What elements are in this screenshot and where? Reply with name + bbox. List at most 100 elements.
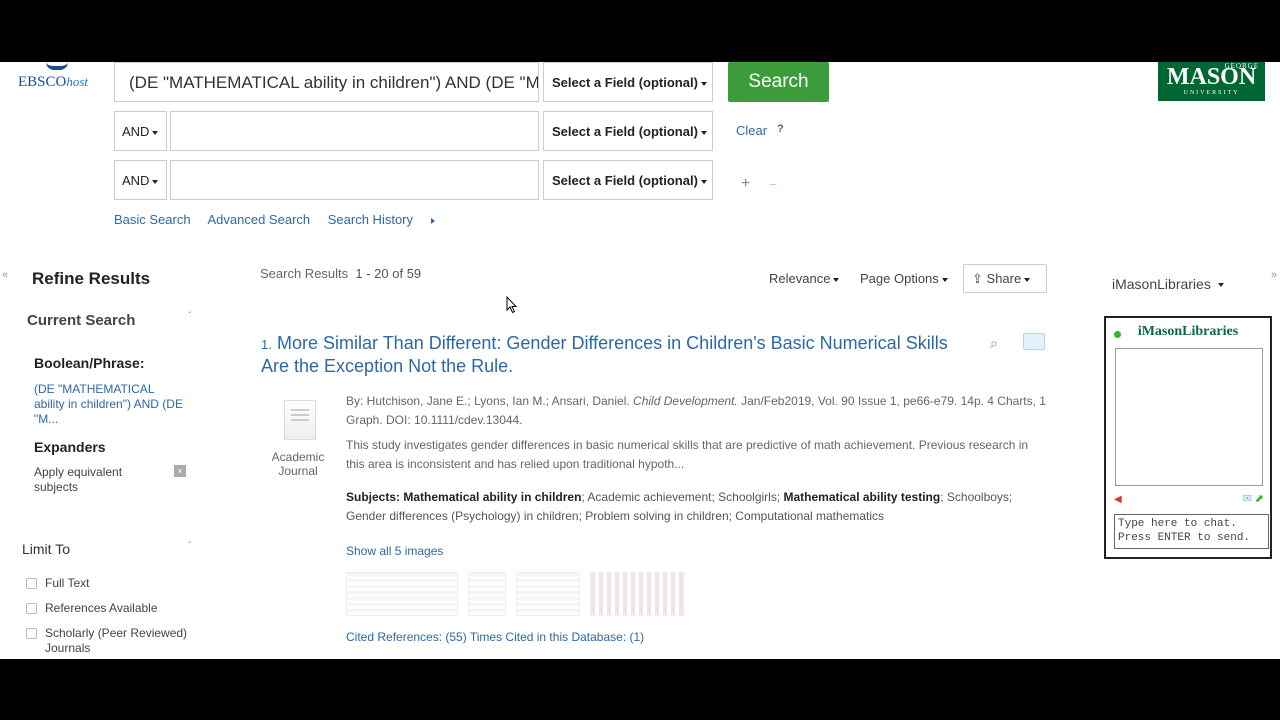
limit-full-text[interactable]: Full Text	[26, 576, 89, 590]
imason-label: iMasonLibraries	[1112, 276, 1211, 292]
cited-references-link[interactable]: Cited References: (55)	[346, 630, 467, 644]
share-button[interactable]: ⇪ Share	[963, 264, 1047, 293]
result-subjects: Subjects: Mathematical ability in childr…	[346, 488, 1046, 526]
chat-input[interactable]: Type here to chat. Press ENTER to send.	[1114, 514, 1269, 549]
gmu-logo[interactable]: GEORGE MASON UNIVERSITY	[1158, 62, 1265, 101]
clear-link[interactable]: Clear	[736, 123, 767, 138]
caret-down-icon	[700, 81, 707, 86]
result-title-link[interactable]: More Similar Than Different: Gender Diff…	[261, 332, 961, 378]
imason-dropdown[interactable]: iMasonLibraries	[1112, 276, 1224, 292]
bool-select-3[interactable]: AND	[114, 160, 167, 200]
ebsco-logo-text: EBSCO	[18, 74, 67, 90]
limit-scholarly[interactable]: Scholarly (Peer Reviewed) Journals	[26, 626, 206, 656]
checkbox[interactable]	[26, 628, 37, 639]
search-history-label: Search History	[327, 212, 413, 227]
advanced-search-link[interactable]: Advanced Search	[208, 212, 311, 227]
basic-search-link[interactable]: Basic Search	[114, 212, 191, 227]
email-icon[interactable]: ✉	[1243, 492, 1252, 505]
field-select-3[interactable]: Select a Field (optional)	[543, 160, 713, 200]
arrow-right-icon	[431, 218, 435, 224]
sort-label: Relevance	[769, 271, 831, 286]
caret-down-icon	[1217, 283, 1224, 288]
add-to-folder-icon[interactable]	[1023, 333, 1045, 350]
ebsco-logo[interactable]: EBSCOhost	[18, 74, 88, 91]
preview-magnifier-icon[interactable]: ⌕	[990, 335, 998, 352]
limit-label: References Available	[45, 601, 158, 615]
page-options-label: Page Options	[860, 271, 939, 286]
remove-expander-icon[interactable]: ×	[174, 465, 186, 477]
search-history-link[interactable]: Search History	[328, 212, 449, 227]
search-input-2[interactable]	[170, 111, 539, 151]
caret-down-icon	[152, 130, 159, 135]
field-select-2[interactable]: Select a Field (optional)	[543, 111, 713, 151]
limit-label: Full Text	[45, 576, 90, 590]
popout-icon[interactable]: ⬈	[1255, 492, 1264, 505]
subject-terms[interactable]: ; Academic achievement; Schoolgirls;	[581, 490, 780, 504]
share-icon: ⇪	[972, 271, 983, 286]
caret-down-icon	[700, 130, 707, 135]
caret-down-icon	[1024, 277, 1031, 282]
expanders-label: Expanders	[34, 439, 106, 455]
bool-label: AND	[122, 173, 150, 188]
image-thumbnail[interactable]	[346, 572, 458, 616]
refine-results-title: Refine Results	[32, 269, 151, 288]
journal-name: Child Development.	[633, 394, 738, 408]
search-button[interactable]: Search	[728, 62, 829, 102]
field-select-label: Select a Field (optional)	[552, 124, 698, 139]
results-label: Search Results	[260, 266, 349, 281]
help-icon[interactable]: ?	[777, 123, 784, 135]
search-input-1[interactable]: (DE "MATHEMATICAL ability in children") …	[114, 62, 539, 102]
gmu-logo-bottom: UNIVERSITY	[1183, 90, 1240, 96]
caret-down-icon	[833, 277, 840, 282]
cited-links: Cited References: (55) Times Cited in th…	[346, 630, 644, 644]
remove-row-icon[interactable]: −	[769, 176, 777, 192]
ebsco-logo-host: host	[66, 74, 89, 89]
field-select-label: Select a Field (optional)	[552, 75, 698, 90]
checkbox[interactable]	[26, 603, 37, 614]
ebsco-swoosh-icon	[46, 62, 68, 70]
page-options-dropdown[interactable]: Page Options	[860, 271, 948, 286]
image-thumbnail[interactable]	[468, 572, 506, 616]
search-input-3[interactable]	[170, 160, 539, 200]
field-select-label: Select a Field (optional)	[552, 173, 698, 188]
show-images-link[interactable]: Show all 5 images	[346, 544, 443, 558]
collapse-chevron-icon[interactable]: ˇ	[188, 541, 191, 552]
caret-down-icon	[152, 179, 159, 184]
subject-term[interactable]: Mathematical ability in children	[403, 490, 581, 504]
boolean-phrase-label: Boolean/Phrase:	[34, 355, 145, 371]
result-abstract: This study investigates gender differenc…	[346, 438, 1029, 471]
bool-select-2[interactable]: AND	[114, 111, 167, 151]
image-thumbnail[interactable]	[590, 572, 684, 616]
checkbox[interactable]	[26, 578, 37, 589]
limit-references-available[interactable]: References Available	[26, 601, 158, 615]
chat-widget: iMasonLibraries ◀ ✉ ⬈ Type here to chat.…	[1104, 316, 1272, 559]
page: EBSCOhost (DE "MATHEMATICAL ability in c…	[0, 62, 1280, 659]
share-label: Share	[986, 271, 1022, 286]
chat-title: iMasonLibraries	[1137, 324, 1239, 339]
results-range: 1 - 20 of 59	[355, 266, 422, 281]
collapse-chevron-icon[interactable]: ˇ	[188, 311, 191, 322]
gmu-logo-top: GEORGE	[1224, 62, 1259, 70]
times-cited-link[interactable]: Times Cited in this Database: (1)	[470, 630, 644, 644]
sort-relevance-dropdown[interactable]: Relevance	[769, 271, 840, 286]
bool-label: AND	[122, 124, 150, 139]
subject-term[interactable]: Mathematical ability testing	[784, 490, 941, 504]
add-row-icon[interactable]: +	[741, 175, 750, 193]
caret-down-icon	[941, 277, 948, 282]
sound-icon[interactable]: ◀	[1114, 494, 1122, 505]
chat-messages-area	[1115, 348, 1263, 486]
document-type: Academic Journal	[271, 450, 325, 478]
mouse-cursor-icon	[506, 296, 518, 314]
result-byline: By: Hutchison, Jane E.; Lyons, Ian M.; A…	[346, 392, 1046, 430]
image-thumbnail[interactable]	[516, 572, 580, 616]
search-links: Basic Search Advanced Search Search Hist…	[114, 212, 463, 227]
authors: By: Hutchison, Jane E.; Lyons, Ian M.; A…	[346, 394, 630, 408]
subjects-label: Subjects:	[346, 490, 401, 504]
document-icon[interactable]	[284, 400, 316, 440]
collapse-left-icon[interactable]: «	[2, 269, 8, 281]
boolean-phrase-value[interactable]: (DE "MATHEMATICAL ability in children") …	[34, 382, 184, 427]
field-select-1[interactable]: Select a Field (optional)	[543, 62, 713, 102]
current-search-heading[interactable]: Current Search	[27, 312, 135, 329]
collapse-right-icon[interactable]: »	[1271, 269, 1277, 281]
limit-to-heading[interactable]: Limit To	[22, 541, 70, 557]
